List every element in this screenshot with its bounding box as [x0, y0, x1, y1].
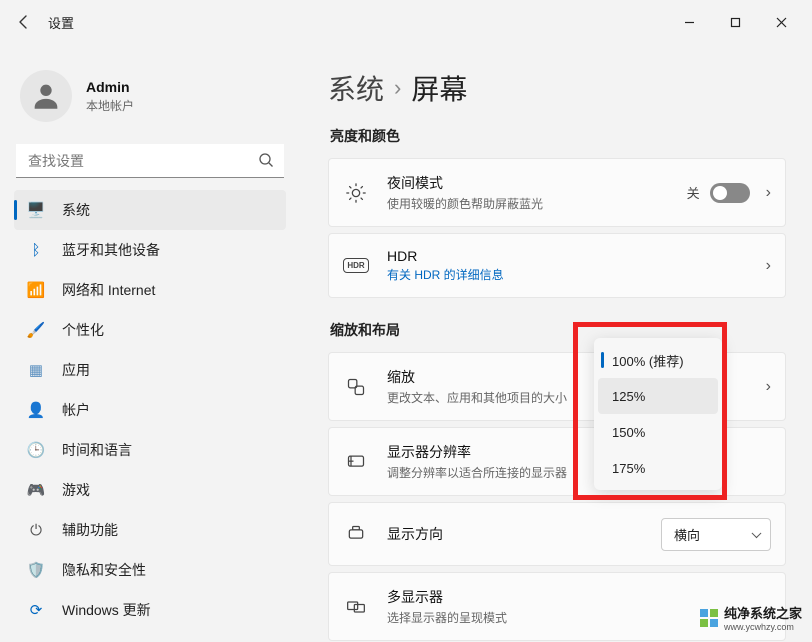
hdr-icon: HDR [343, 253, 369, 279]
profile-subtitle: 本地帐户 [86, 97, 134, 114]
nav-icon: 📶 [26, 281, 46, 299]
sun-icon [343, 180, 369, 206]
sidebar-item-5[interactable]: 👤 帐户 [14, 390, 286, 430]
close-icon [776, 17, 787, 28]
scale-option-0[interactable]: 100% (推荐) [598, 342, 718, 378]
watermark-name: 纯净系统之家 [724, 606, 802, 621]
sidebar: Admin 本地帐户 🖥️ 系统 ᛒ 蓝牙和其他设备 📶 网络和 Internet 🖌️ 个性… [0, 44, 300, 642]
nav-label: Windows 更新 [62, 600, 151, 620]
watermark-url: www.ycwhzy.com [724, 622, 802, 632]
sidebar-item-10[interactable]: ⟳ Windows 更新 [14, 590, 286, 630]
card-title: 显示方向 [387, 524, 661, 544]
scale-option-2[interactable]: 150% [598, 414, 718, 450]
search-icon [258, 152, 274, 173]
section-brightness-title: 亮度和颜色 [330, 126, 786, 146]
window-title: 设置 [48, 13, 74, 32]
scale-option-1[interactable]: 125% [598, 378, 718, 414]
card-title: HDR [387, 248, 756, 264]
profile-name: Admin [86, 79, 134, 95]
sidebar-item-3[interactable]: 🖌️ 个性化 [14, 310, 286, 350]
scale-icon [343, 374, 369, 400]
card-title: 夜间模式 [387, 173, 687, 193]
close-button[interactable] [758, 6, 804, 38]
nav-label: 个性化 [62, 320, 104, 340]
title-bar: 设置 [0, 0, 812, 44]
sidebar-item-1[interactable]: ᛒ 蓝牙和其他设备 [14, 230, 286, 270]
window-controls [666, 6, 804, 38]
sidebar-item-4[interactable]: ▦ 应用 [14, 350, 286, 390]
toggle-label: 关 [687, 183, 700, 202]
nav-label: 时间和语言 [62, 440, 132, 460]
nav-label: 蓝牙和其他设备 [62, 240, 160, 260]
chevron-right-icon: › [394, 75, 401, 101]
sidebar-item-2[interactable]: 📶 网络和 Internet [14, 270, 286, 310]
card-night-mode[interactable]: 夜间模式 使用较暖的颜色帮助屏蔽蓝光 关 › [328, 158, 786, 227]
nav-icon: 🖥️ [26, 201, 46, 219]
main-panel: 系统 › 屏幕 亮度和颜色 夜间模式 使用较暖的颜色帮助屏蔽蓝光 关 › HDR… [300, 44, 812, 642]
card-subtitle: 使用较暖的颜色帮助屏蔽蓝光 [387, 195, 687, 212]
scale-dropdown-menu: 100% (推荐)125%150%175% [594, 338, 722, 490]
orientation-icon [343, 521, 369, 547]
resolution-icon [343, 449, 369, 475]
card-hdr[interactable]: HDR HDR 有关 HDR 的详细信息 › [328, 233, 786, 298]
card-orientation[interactable]: 显示方向 横向 [328, 502, 786, 566]
hdr-info-link[interactable]: 有关 HDR 的详细信息 [387, 266, 756, 283]
sidebar-item-0[interactable]: 🖥️ 系统 [14, 190, 286, 230]
search-input[interactable] [16, 144, 284, 178]
watermark-logo-icon [700, 609, 718, 627]
nav-label: 辅助功能 [62, 520, 118, 540]
chevron-right-icon: › [766, 257, 771, 275]
nav-icon: 🎮 [26, 481, 46, 499]
nav-label: 隐私和安全性 [62, 560, 146, 580]
sidebar-item-9[interactable]: 🛡️ 隐私和安全性 [14, 550, 286, 590]
nav-label: 网络和 Internet [62, 280, 155, 300]
orientation-dropdown[interactable]: 横向 [661, 518, 771, 551]
back-button[interactable] [8, 6, 40, 38]
sidebar-item-8[interactable]: ⏻ 辅助功能 [14, 510, 286, 550]
profile-block[interactable]: Admin 本地帐户 [14, 52, 286, 144]
nav-label: 应用 [62, 360, 90, 380]
arrow-left-icon [16, 14, 32, 30]
chevron-right-icon: › [766, 184, 771, 202]
maximize-button[interactable] [712, 6, 758, 38]
nav-label: 游戏 [62, 480, 90, 500]
nav-icon: 🛡️ [26, 561, 46, 579]
sidebar-item-6[interactable]: 🕒 时间和语言 [14, 430, 286, 470]
nav-icon: ⏻ [26, 522, 46, 539]
nav-icon: 🖌️ [26, 321, 46, 339]
watermark: 纯净系统之家 www.ycwhzy.com [700, 603, 802, 632]
maximize-icon [730, 17, 741, 28]
breadcrumb-leaf: 屏幕 [411, 68, 467, 108]
nav-icon: ▦ [26, 361, 46, 379]
nav-label: 帐户 [62, 400, 90, 420]
breadcrumb: 系统 › 屏幕 [328, 68, 786, 108]
nav-icon: 👤 [26, 401, 46, 419]
search-wrap [16, 144, 284, 178]
chevron-right-icon: › [766, 378, 771, 396]
avatar [20, 70, 72, 122]
user-icon [29, 79, 63, 113]
breadcrumb-root[interactable]: 系统 [328, 68, 384, 108]
nav-label: 系统 [62, 200, 90, 220]
nav-list: 🖥️ 系统 ᛒ 蓝牙和其他设备 📶 网络和 Internet 🖌️ 个性化 ▦ 应用 👤 帐户 🕒 时间和… [14, 190, 286, 630]
nav-icon: 🕒 [26, 441, 46, 459]
nav-icon: ⟳ [26, 601, 46, 619]
minimize-icon [684, 17, 695, 28]
section-scale-title: 缩放和布局 [330, 320, 786, 340]
nav-icon: ᛒ [26, 242, 46, 259]
multi-display-icon [343, 594, 369, 620]
scale-option-3[interactable]: 175% [598, 450, 718, 486]
sidebar-item-7[interactable]: 🎮 游戏 [14, 470, 286, 510]
minimize-button[interactable] [666, 6, 712, 38]
night-mode-toggle[interactable] [710, 183, 750, 203]
